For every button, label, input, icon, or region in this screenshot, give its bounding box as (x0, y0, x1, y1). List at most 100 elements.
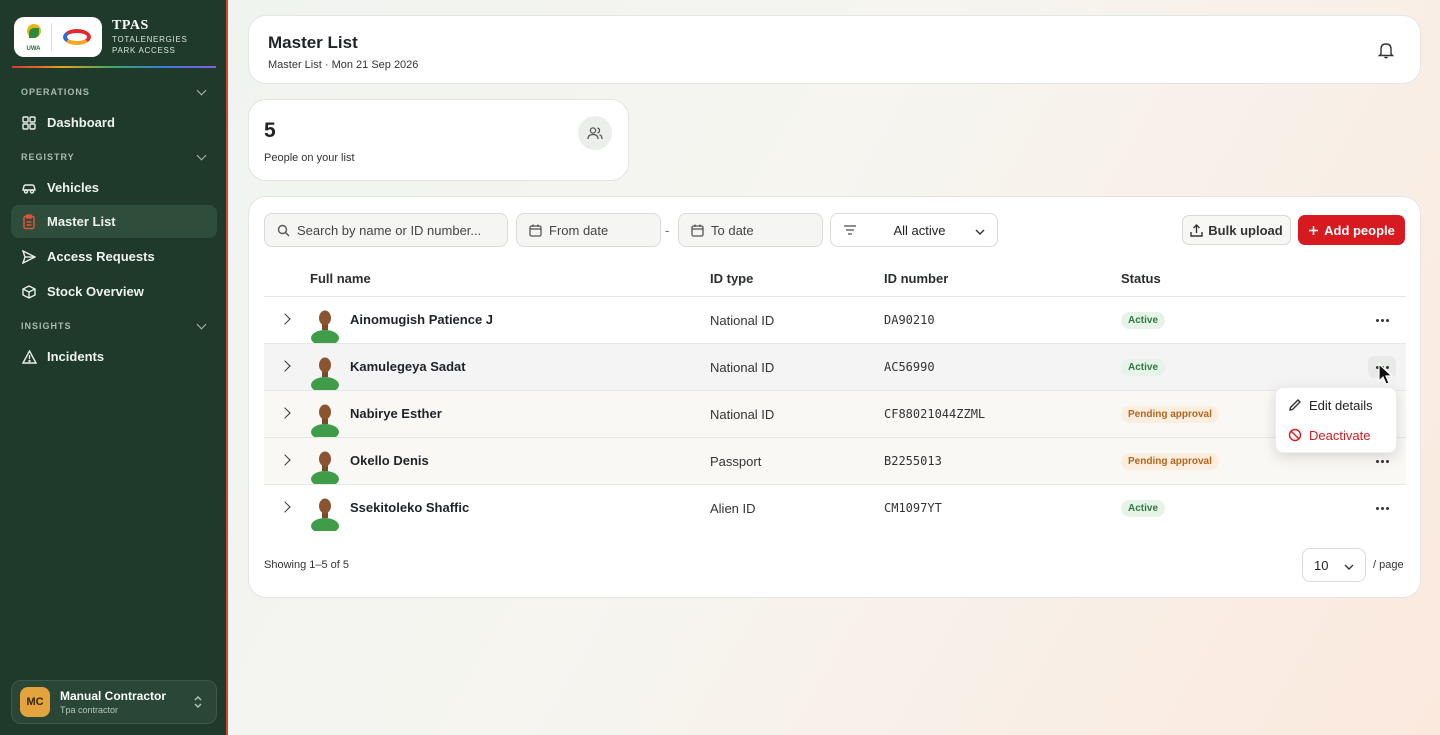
chevron-down-icon (196, 85, 207, 95)
status-badge: Active (1121, 500, 1166, 517)
grid-icon (21, 115, 37, 131)
calendar-icon (529, 224, 542, 237)
brand-title: TPAS (112, 18, 149, 33)
user-name: Manual Contractor (60, 689, 167, 703)
warning-icon (21, 349, 37, 365)
page-size-select[interactable]: 10 (1302, 548, 1366, 582)
user-switcher[interactable]: MC Manual Contractor Tpa contractor (11, 680, 217, 724)
person-name: Kamulegeya Sadat (350, 359, 466, 374)
table-row[interactable]: Ssekitoleko Shaffic Alien ID CM1097YT Ac… (264, 485, 1406, 532)
bulk-upload-button[interactable]: Bulk upload (1182, 215, 1291, 245)
column-id-number[interactable]: ID number (884, 271, 948, 286)
status-badge: Active (1121, 359, 1166, 376)
chevron-right-icon[interactable] (279, 313, 291, 325)
bell-icon[interactable] (1377, 41, 1395, 64)
section-operations[interactable]: OPERATIONS (21, 85, 209, 99)
table-row[interactable]: Ainomugish Patience J National ID DA9021… (264, 297, 1406, 344)
filter-icon (843, 224, 857, 236)
chevron-right-icon[interactable] (279, 501, 291, 513)
status-filter-select[interactable]: All active (830, 213, 998, 247)
box-icon (21, 284, 37, 300)
chevron-right-icon[interactable] (279, 360, 291, 372)
brand-subtitle-2: PARK ACCESS (112, 46, 176, 55)
sidebar: UWA TPAS TOTALENERGIES PARK ACCESS OPERA… (0, 0, 228, 735)
person-avatar (311, 357, 339, 390)
column-id-type[interactable]: ID type (710, 271, 753, 286)
more-actions-icon[interactable] (1368, 497, 1396, 519)
id-type: National ID (710, 407, 775, 422)
chevron-right-icon[interactable] (279, 454, 291, 466)
page-title: Master List (268, 33, 358, 52)
ban-icon (1288, 428, 1302, 442)
person-avatar (311, 310, 339, 343)
person-name: Nabirye Esther (350, 406, 442, 421)
id-number: AC56990 (884, 360, 935, 374)
search-icon (277, 224, 290, 237)
chevron-down-icon (1344, 558, 1354, 573)
more-actions-icon[interactable] (1368, 450, 1396, 472)
add-people-button[interactable]: Add people (1298, 215, 1405, 245)
to-date-field[interactable]: To date (678, 213, 823, 247)
chevron-right-icon[interactable] (279, 407, 291, 419)
clipboard-icon (21, 213, 37, 230)
id-type: Passport (710, 454, 762, 469)
more-actions-icon[interactable] (1368, 309, 1396, 331)
section-insights[interactable]: INSIGHTS (21, 319, 209, 333)
deactivate-menu-item[interactable]: Deactivate (1288, 425, 1370, 445)
pencil-icon (1288, 398, 1302, 412)
mouse-cursor-icon (1378, 363, 1394, 385)
id-number: DA90210 (884, 313, 935, 327)
person-avatar (311, 498, 339, 531)
person-name: Okello Denis (350, 453, 429, 468)
person-avatar (311, 404, 339, 437)
status-badge: Pending approval (1121, 453, 1219, 470)
id-number: B2255013 (884, 454, 942, 468)
per-page-label: / page (1373, 559, 1404, 571)
chevron-down-icon (196, 150, 207, 160)
id-number: CF88021044ZZML (884, 407, 986, 421)
brand-logos: UWA (14, 17, 102, 57)
id-type: National ID (710, 360, 775, 375)
table-header: Full name ID type ID number Status (264, 259, 1406, 297)
upload-icon (1190, 223, 1203, 237)
section-registry[interactable]: REGISTRY (21, 150, 209, 164)
column-status[interactable]: Status (1121, 271, 1161, 286)
search-input[interactable]: Search by name or ID number... (264, 213, 508, 247)
table-row[interactable]: Okello Denis Passport B2255013 Pending a… (264, 438, 1406, 485)
chevron-down-icon (975, 223, 985, 238)
brand-subtitle-1: TOTALENERGIES (112, 35, 188, 44)
master-list-table-card: Search by name or ID number... From date… (248, 196, 1421, 598)
car-icon (21, 180, 37, 196)
sidebar-item-access-requests[interactable]: Access Requests (11, 240, 217, 273)
page-header: Master List Master List · Mon 21 Sep 202… (248, 15, 1421, 84)
table-row[interactable]: Nabirye Esther National ID CF88021044ZZM… (264, 391, 1406, 438)
from-date-field[interactable]: From date (516, 213, 661, 247)
user-role: Tpa contractor (60, 705, 119, 715)
sidebar-item-dashboard[interactable]: Dashboard (11, 106, 217, 139)
send-icon (21, 249, 37, 265)
sidebar-item-stock-overview[interactable]: Stock Overview (11, 275, 217, 308)
sidebar-item-vehicles[interactable]: Vehicles (11, 171, 217, 204)
id-type: National ID (710, 313, 775, 328)
brand-divider (12, 66, 216, 68)
avatar: MC (20, 687, 50, 717)
edit-details-menu-item[interactable]: Edit details (1288, 395, 1373, 415)
users-icon (578, 116, 612, 150)
person-name: Ainomugish Patience J (350, 312, 494, 327)
brand[interactable]: UWA TPAS TOTALENERGIES PARK ACCESS (14, 15, 214, 59)
sidebar-item-master-list[interactable]: Master List (11, 205, 217, 238)
row-actions-menu: Edit details Deactivate (1275, 387, 1397, 453)
plus-icon (1308, 225, 1319, 236)
totalenergies-logo (59, 27, 93, 47)
sidebar-item-incidents[interactable]: Incidents (11, 340, 217, 373)
person-avatar (311, 451, 339, 484)
people-count-card: 5 People on your list (248, 99, 629, 181)
status-badge: Active (1121, 312, 1166, 329)
person-name: Ssekitoleko Shaffic (350, 500, 470, 515)
date-range-separator: - (665, 223, 670, 238)
status-badge: Pending approval (1121, 406, 1219, 423)
chevron-up-down-icon (190, 692, 206, 712)
uwa-logo: UWA (24, 22, 44, 52)
table-row[interactable]: Kamulegeya Sadat National ID AC56990 Act… (264, 344, 1406, 391)
column-full-name[interactable]: Full name (310, 271, 371, 286)
